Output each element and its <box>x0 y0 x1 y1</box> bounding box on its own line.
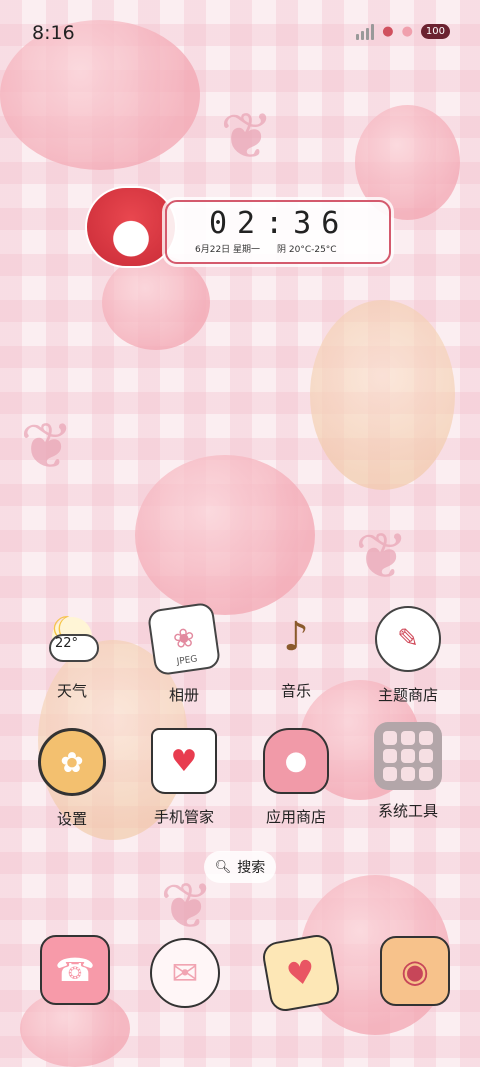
phone-manager-icon: ♥ <box>151 728 217 794</box>
clock-time: 02:36 <box>209 206 350 241</box>
messages-icon[interactable]: ✉ <box>150 938 220 1008</box>
signal-icon <box>356 22 375 40</box>
dock: ☎ ✉ ♥ ◉ <box>0 930 480 1014</box>
app-phone-manager[interactable]: ♥ 手机管家 <box>134 728 234 827</box>
app-label: 音乐 <box>280 682 311 700</box>
email-icon[interactable]: ♥ <box>260 932 342 1014</box>
status-time: 8:16 <box>32 22 75 44</box>
app-label: 系统工具 <box>377 802 438 820</box>
gallery-label-jpeg: JPEG <box>176 654 199 668</box>
system-tools-folder-icon <box>374 722 442 790</box>
wallpaper-bear-decoration <box>310 300 455 490</box>
wallpaper-bow-decoration: ❦ <box>220 100 274 174</box>
clock-date: 6月22日 星期一 <box>195 245 261 255</box>
app-system-tools-folder[interactable]: 系统工具 <box>358 722 458 821</box>
gallery-icon: JPEG ❀ <box>146 601 222 677</box>
music-icon: ♪ <box>283 614 309 660</box>
search-icon: 🔍︎ <box>214 859 232 875</box>
phone-icon[interactable]: ☎ <box>40 935 110 1005</box>
app-settings[interactable]: ✿ 设置 <box>22 728 122 829</box>
clock-mascot-icon <box>85 186 177 268</box>
app-theme-store[interactable]: ✎ 主题商店 <box>358 606 458 705</box>
mushroom-icon: ● <box>382 23 394 39</box>
status-bar: 8:16 ● ● 100 <box>0 0 480 68</box>
app-gallery[interactable]: JPEG ❀ 相册 <box>134 601 234 705</box>
battery-icon: 100 <box>420 23 450 39</box>
search-button[interactable]: 🔍︎ 搜索 <box>204 851 276 883</box>
clock-weather: 阴 20°C-25°C <box>277 245 337 255</box>
app-label: 应用商店 <box>265 808 326 826</box>
clock-widget[interactable]: 02:36 6月22日 星期一 阴 20°C-25°C <box>165 200 391 264</box>
app-store-icon: ● <box>263 728 329 794</box>
status-icons: ● ● 100 <box>356 22 450 40</box>
app-weather[interactable]: ☾ 22° 天气 <box>22 606 122 701</box>
wallpaper-strawberry-decoration <box>102 255 210 350</box>
settings-icon: ✿ <box>38 728 106 796</box>
theme-store-icon: ✎ <box>375 606 441 672</box>
weather-temp: 22° <box>55 636 79 651</box>
app-label: 相册 <box>168 686 199 704</box>
app-music[interactable]: ♪ 音乐 <box>246 606 346 701</box>
search-label: 搜索 <box>237 860 266 876</box>
pig-icon: ● <box>401 23 413 39</box>
weather-icon: ☾ 22° <box>41 606 103 668</box>
app-app-store[interactable]: ● 应用商店 <box>246 728 346 827</box>
app-label: 手机管家 <box>153 808 214 826</box>
camera-icon[interactable]: ◉ <box>380 936 450 1006</box>
wallpaper-strawberry-decoration <box>135 455 315 615</box>
wallpaper-bow-decoration: ❦ <box>355 520 409 594</box>
app-label: 设置 <box>56 810 87 828</box>
app-label: 主题商店 <box>377 686 438 704</box>
app-label: 天气 <box>56 682 87 700</box>
wallpaper-bow-decoration: ❦ <box>20 410 74 484</box>
